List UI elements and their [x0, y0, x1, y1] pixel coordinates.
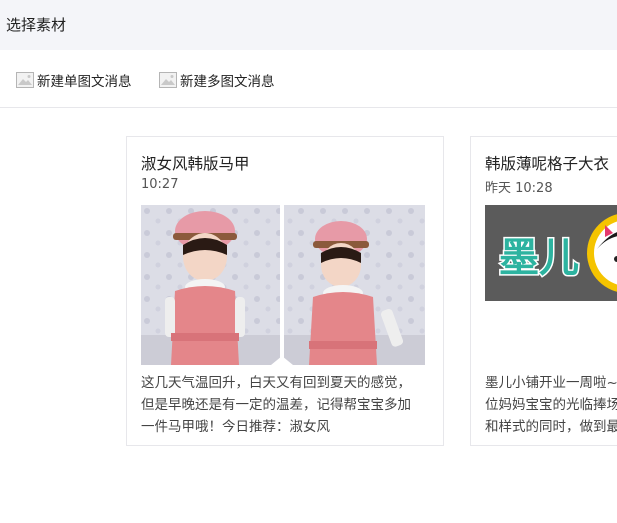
new-single-article-button[interactable]: 新建单图文消息	[16, 70, 132, 90]
material-card[interactable]: 淑女风韩版马甲 10:27 这几天气温回升，白天又有回到夏天的感觉， 但是早晚还…	[126, 136, 444, 446]
card-description: 墨儿小铺开业一周啦~ 位妈妈宝宝的光临捧场 和样式的同时，做到最	[485, 375, 617, 435]
card-cover-image	[141, 205, 425, 365]
card-title: 淑女风韩版马甲	[141, 155, 250, 173]
card-cover-image: 墨儿	[485, 205, 617, 301]
page-header: 选择素材	[0, 0, 617, 50]
new-multi-article-label: 新建多图文消息	[180, 74, 275, 90]
material-card[interactable]: 韩版薄呢格子大衣 昨天 10:28 墨儿 墨儿小铺开业一周啦~ 位妈妈宝宝的光临…	[470, 136, 617, 446]
toolbar: 新建单图文消息 新建多图文消息	[0, 50, 617, 108]
card-time: 10:27	[141, 177, 179, 192]
page-title: 选择素材	[6, 16, 67, 34]
logo-text: 墨儿	[499, 235, 579, 281]
card-description: 这几天气温回升，白天又有回到夏天的感觉， 但是早晚还是有一定的温差，记得帮宝宝多…	[141, 375, 411, 435]
image-icon	[16, 72, 34, 88]
shop-logo-image: 墨儿	[485, 205, 617, 301]
image-icon	[159, 72, 177, 88]
card-time: 昨天 10:28	[485, 181, 553, 196]
cover-photo	[141, 205, 425, 365]
material-list: 淑女风韩版马甲 10:27 这几天气温回升，白天又有回到夏天的感觉， 但是早晚还…	[0, 108, 617, 523]
new-multi-article-button[interactable]: 新建多图文消息	[159, 70, 275, 90]
new-single-article-label: 新建单图文消息	[37, 74, 132, 90]
card-title: 韩版薄呢格子大衣	[485, 155, 610, 173]
